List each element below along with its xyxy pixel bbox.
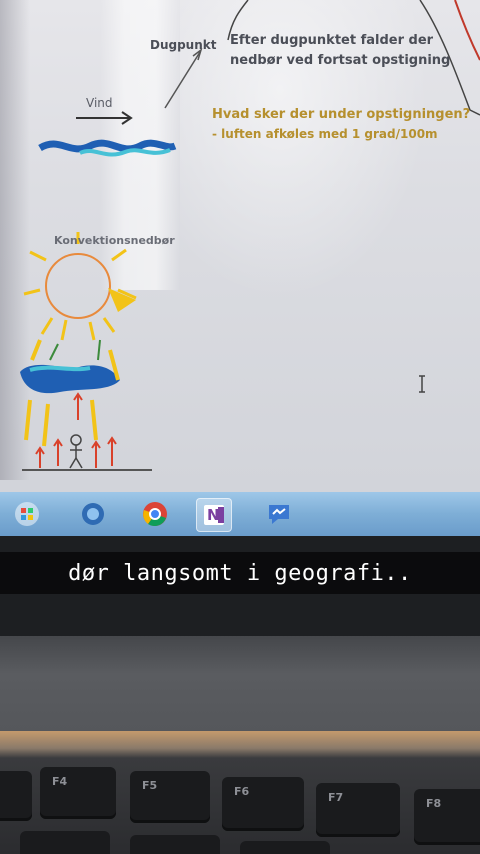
label-question: Hvad sker der under opstigningen? [212,107,471,122]
label-answer: - luften afkøles med 1 grad/100m [212,127,438,141]
windows-start-icon[interactable] [10,498,44,530]
photo: Dugpunkt Efter dugpunktet falder der ned… [0,0,480,854]
laptop-hinge [0,636,480,731]
keyboard-key-f8: F8 [414,789,480,845]
keyboard-key [0,771,32,821]
water-wave-teal [79,148,171,157]
chrome-icon[interactable] [138,498,172,530]
media-icon[interactable] [76,498,110,530]
onenote-letter: N [207,506,220,524]
label-efter-line2: nedbør ved fortsat opstigning [230,53,451,68]
label-konvektion: Konvektionsnedbør [54,234,175,247]
caption-text: dør langsomt i geografi.. [68,560,412,586]
keyboard-key [240,841,330,854]
windows-taskbar: N [0,492,480,536]
snapchat-caption-bar: dør langsomt i geografi.. [0,552,480,594]
mountain-red-line [454,0,480,61]
keyboard-key-f5: F5 [130,771,210,823]
stick-figure [69,434,83,469]
keyboard-key-f4: F4 [40,767,116,819]
keyboard-key-f6: F6 [222,777,304,831]
keyboard-key [20,831,110,854]
keyboard-key-f7: F7 [316,783,400,837]
heat-lines [24,339,120,447]
messenger-icon[interactable] [262,498,296,530]
laptop-keyboard-deck: F4 F5 F6 F7 F8 [0,731,480,854]
keyboard-key [130,835,220,854]
text-cursor-icon [419,375,425,393]
onenote-icon[interactable]: N [196,498,232,532]
sun-circle [45,253,111,319]
green-lines [49,339,101,361]
dugpunkt-arrow [164,51,201,109]
label-vind: Vind [86,96,113,110]
cloud-highlight [29,365,91,372]
laptop-screen: Dugpunkt Efter dugpunktet falder der ned… [0,0,480,492]
water-wave-blue [38,139,177,153]
label-dugpunkt: Dugpunkt [150,38,217,52]
label-efter-line1: Efter dugpunktet falder der [230,33,434,48]
